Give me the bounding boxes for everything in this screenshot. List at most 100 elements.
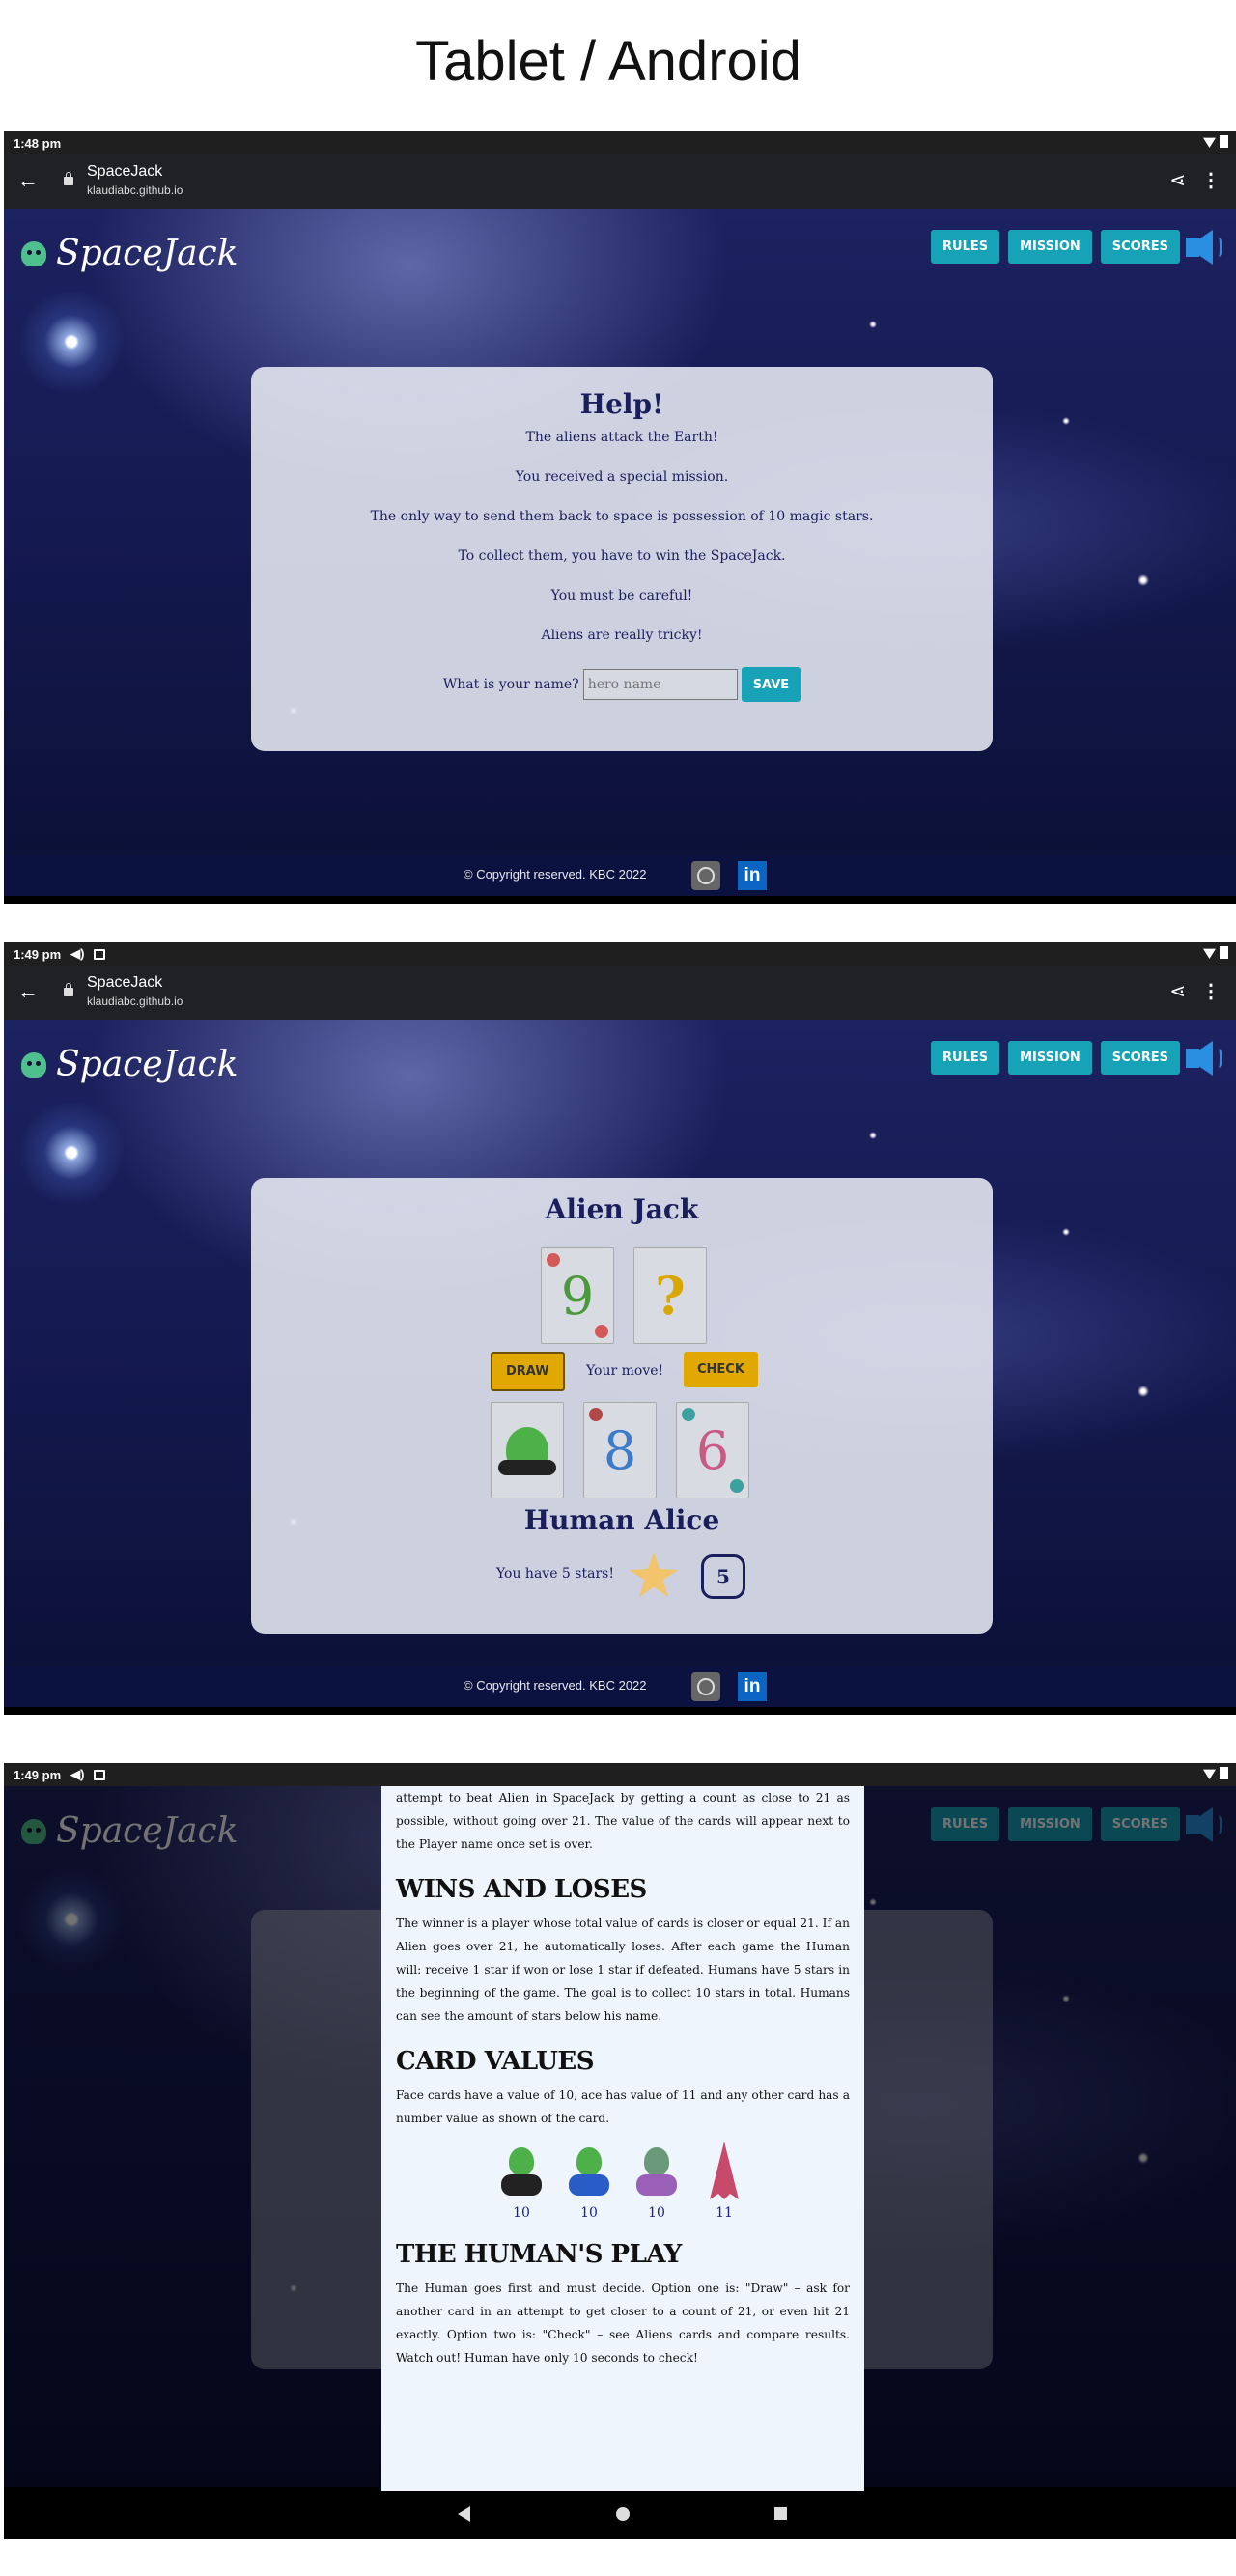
arrow-left-icon[interactable]: ← xyxy=(17,168,39,193)
nav-recent-icon[interactable] xyxy=(774,2507,787,2520)
speaker-icon[interactable] xyxy=(1186,1041,1224,1076)
nav-back-icon[interactable] xyxy=(458,2506,470,2522)
nav-buttons: RULES MISSION SCORES xyxy=(931,230,1180,264)
check-button[interactable]: CHECK xyxy=(684,1352,758,1387)
battery-icon xyxy=(1220,946,1228,959)
logo[interactable]: SpaceJack xyxy=(21,234,239,273)
save-button[interactable]: SAVE xyxy=(741,667,801,702)
volume-icon: ◀) xyxy=(70,946,85,961)
stars-text: You have 5 stars! xyxy=(496,1566,614,1582)
card-value-item: 10 xyxy=(496,2142,547,2221)
name-label: What is your name? xyxy=(442,677,579,692)
rules-text: The winner is a player whose total value… xyxy=(396,1917,850,2023)
card: 8 xyxy=(583,1402,657,1498)
footer: © Copyright reserved. KBC 2022 in xyxy=(4,855,1236,896)
alien-queen-icon xyxy=(565,2142,613,2199)
card: 9 xyxy=(541,1247,614,1344)
human-player-name: Human Alice xyxy=(523,1504,720,1536)
logo-text: SpaceJack xyxy=(56,234,239,273)
alien-logo-icon xyxy=(21,240,46,266)
help-title: Help! xyxy=(579,388,664,420)
logo[interactable]: SpaceJack xyxy=(21,1045,239,1084)
wifi-icon xyxy=(1203,1769,1216,1779)
help-line: You received a special mission. xyxy=(515,469,729,485)
rules-text: The Human goes first and must decide. Op… xyxy=(396,2282,850,2365)
draw-button[interactable]: DRAW xyxy=(491,1352,565,1391)
rules-button[interactable]: RULES xyxy=(931,1041,1000,1075)
wifi-icon xyxy=(1203,948,1216,959)
footer: © Copyright reserved. KBC 2022 in xyxy=(4,1666,1236,1707)
site-host[interactable]: klaudiabc.github.io xyxy=(87,183,183,197)
speaker-icon[interactable] xyxy=(1186,230,1224,265)
scores-button[interactable]: SCORES xyxy=(1100,1041,1180,1075)
card-back-question: ? xyxy=(633,1247,707,1344)
browser-bar: ← SpaceJack klaudiabc.github.io ⋖ ⋮ xyxy=(4,154,1236,209)
alien-jack-icon xyxy=(632,2142,681,2199)
name-form: What is your name? SAVE xyxy=(251,667,993,702)
move-status: Your move! xyxy=(586,1363,664,1379)
more-vert-icon[interactable]: ⋮ xyxy=(1201,979,1221,1003)
site-title: SpaceJack xyxy=(87,974,163,991)
help-line: The only way to send them back to space … xyxy=(370,509,874,524)
mission-button[interactable]: MISSION xyxy=(1008,1041,1092,1075)
alien-king-icon xyxy=(498,1427,556,1475)
ace-cape-icon xyxy=(700,2142,748,2199)
help-line: Aliens are really tricky! xyxy=(541,628,703,643)
mission-button[interactable]: MISSION xyxy=(1008,230,1092,264)
rules-heading: THE HUMAN'S PLAY xyxy=(396,2240,682,2269)
battery-icon xyxy=(1220,1767,1228,1779)
help-line: To collect them, you have to win the Spa… xyxy=(458,548,786,564)
rules-modal[interactable]: attempt to beat Alien in SpaceJack by ge… xyxy=(381,1786,864,2510)
alien-player-name: Alien Jack xyxy=(545,1193,699,1225)
android-nav-bar xyxy=(4,1707,1236,1715)
wifi-icon xyxy=(1203,137,1216,148)
rules-text: Face cards have a value of 10, ace has v… xyxy=(396,2088,850,2125)
alien-logo-icon xyxy=(21,1051,46,1078)
card-values: 10 10 10 11 xyxy=(396,2142,850,2221)
screenshot-rules: 1:49 pm ◀) SpaceJack RULES MISSION SCORE… xyxy=(4,1763,1236,2539)
page-heading: Tablet / Android xyxy=(415,30,801,93)
screenshot-help: 1:48 pm ← SpaceJack klaudiabc.github.io … xyxy=(4,131,1236,904)
scores-button[interactable]: SCORES xyxy=(1100,230,1180,264)
card: 6 xyxy=(676,1402,749,1498)
card-value-item: 11 xyxy=(699,2142,749,2221)
nav-home-icon[interactable] xyxy=(616,2507,630,2521)
image-icon xyxy=(94,948,106,960)
help-line: The aliens attack the Earth! xyxy=(525,430,718,445)
share-icon[interactable]: ⋖ xyxy=(1169,979,1186,1003)
card-value-item: 10 xyxy=(564,2142,614,2221)
arrow-left-icon[interactable]: ← xyxy=(17,979,39,1004)
github-icon[interactable] xyxy=(691,861,720,890)
status-bar: 1:49 pm ◀) xyxy=(4,942,1236,966)
screenshot-game: 1:49 pm ◀) ← SpaceJack klaudiabc.github.… xyxy=(4,942,1236,1715)
logo-text: SpaceJack xyxy=(56,1045,239,1084)
lock-icon xyxy=(64,983,73,996)
github-icon[interactable] xyxy=(691,1672,720,1701)
status-time: 1:49 pm xyxy=(14,1767,62,1782)
android-nav-bar xyxy=(4,2491,1236,2537)
system-icons xyxy=(1203,135,1228,148)
site-host[interactable]: klaudiabc.github.io xyxy=(87,994,183,1008)
lock-icon xyxy=(64,172,73,185)
star-count-badge: 5 xyxy=(701,1554,745,1599)
linkedin-icon[interactable]: in xyxy=(738,861,767,890)
android-nav-bar xyxy=(4,896,1236,904)
status-time: 1:49 pm xyxy=(14,946,62,962)
alien-cards: 9 ? xyxy=(541,1247,707,1344)
alien-king-icon xyxy=(497,2142,546,2199)
battery-icon xyxy=(1220,135,1228,148)
hero-name-input[interactable] xyxy=(582,669,738,700)
more-vert-icon[interactable]: ⋮ xyxy=(1201,168,1221,192)
nav-buttons: RULES MISSION SCORES xyxy=(931,1041,1180,1075)
rules-heading: WINS AND LOSES xyxy=(396,1875,647,1904)
status-bar: 1:49 pm ◀) xyxy=(4,1763,1236,1786)
share-icon[interactable]: ⋖ xyxy=(1169,168,1186,192)
help-line: You must be careful! xyxy=(550,588,693,603)
linkedin-icon[interactable]: in xyxy=(738,1672,767,1701)
copyright: © Copyright reserved. KBC 2022 xyxy=(464,867,647,882)
copyright: © Copyright reserved. KBC 2022 xyxy=(464,1678,647,1693)
rules-button[interactable]: RULES xyxy=(931,230,1000,264)
rules-heading: CARD VALUES xyxy=(396,2047,595,2076)
status-time: 1:48 pm xyxy=(14,135,62,151)
star-icon xyxy=(630,1553,678,1598)
